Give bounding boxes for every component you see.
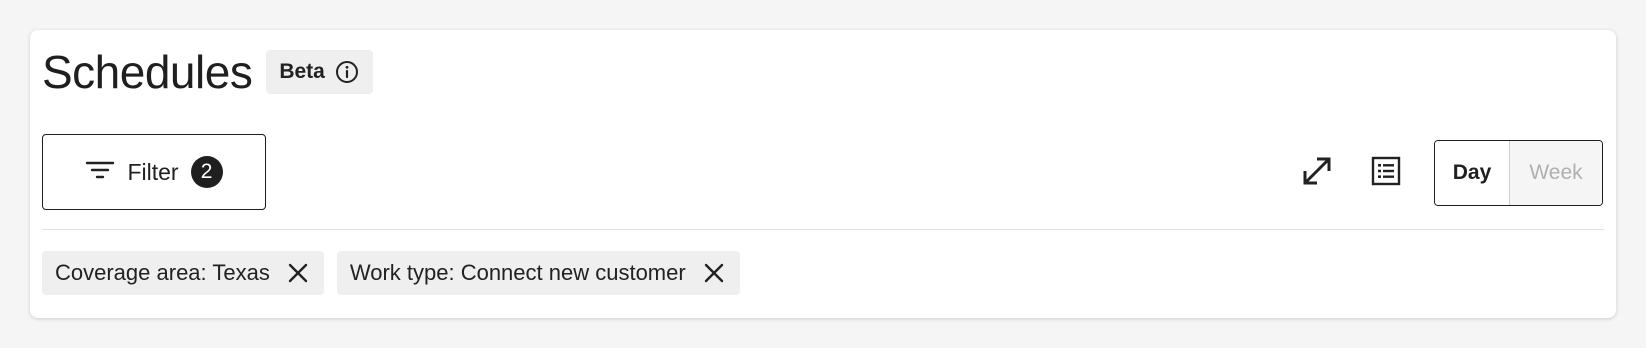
beta-badge: Beta — [266, 50, 373, 94]
filter-label: Filter — [127, 158, 179, 185]
filter-count-badge: 2 — [190, 156, 223, 188]
info-icon[interactable] — [335, 60, 359, 84]
schedules-panel: Schedules Beta Filter 2 Day Week Coverag… — [30, 30, 1616, 318]
filter-lines-icon — [85, 158, 115, 187]
list-view-icon[interactable] — [1367, 152, 1405, 190]
view-week-button[interactable]: Week — [1509, 141, 1602, 205]
filter-chip-coverage-area: Coverage area: Texas — [42, 251, 324, 295]
divider — [42, 229, 1604, 230]
header: Schedules Beta — [42, 44, 373, 100]
close-icon[interactable] — [286, 261, 310, 285]
view-toggle: Day Week — [1434, 140, 1603, 206]
active-filters: Coverage area: Texas Work type: Connect … — [42, 251, 740, 295]
filter-chip-label: Coverage area: Texas — [55, 260, 270, 285]
close-icon[interactable] — [702, 261, 726, 285]
filter-chip-work-type: Work type: Connect new customer — [336, 251, 740, 295]
filter-chip-label: Work type: Connect new customer — [349, 260, 686, 285]
expand-arrows-icon[interactable] — [1298, 152, 1336, 190]
beta-badge-label: Beta — [279, 60, 325, 83]
filter-button[interactable]: Filter 2 — [42, 134, 266, 210]
page-title: Schedules — [42, 46, 253, 98]
view-day-button[interactable]: Day — [1435, 141, 1509, 205]
